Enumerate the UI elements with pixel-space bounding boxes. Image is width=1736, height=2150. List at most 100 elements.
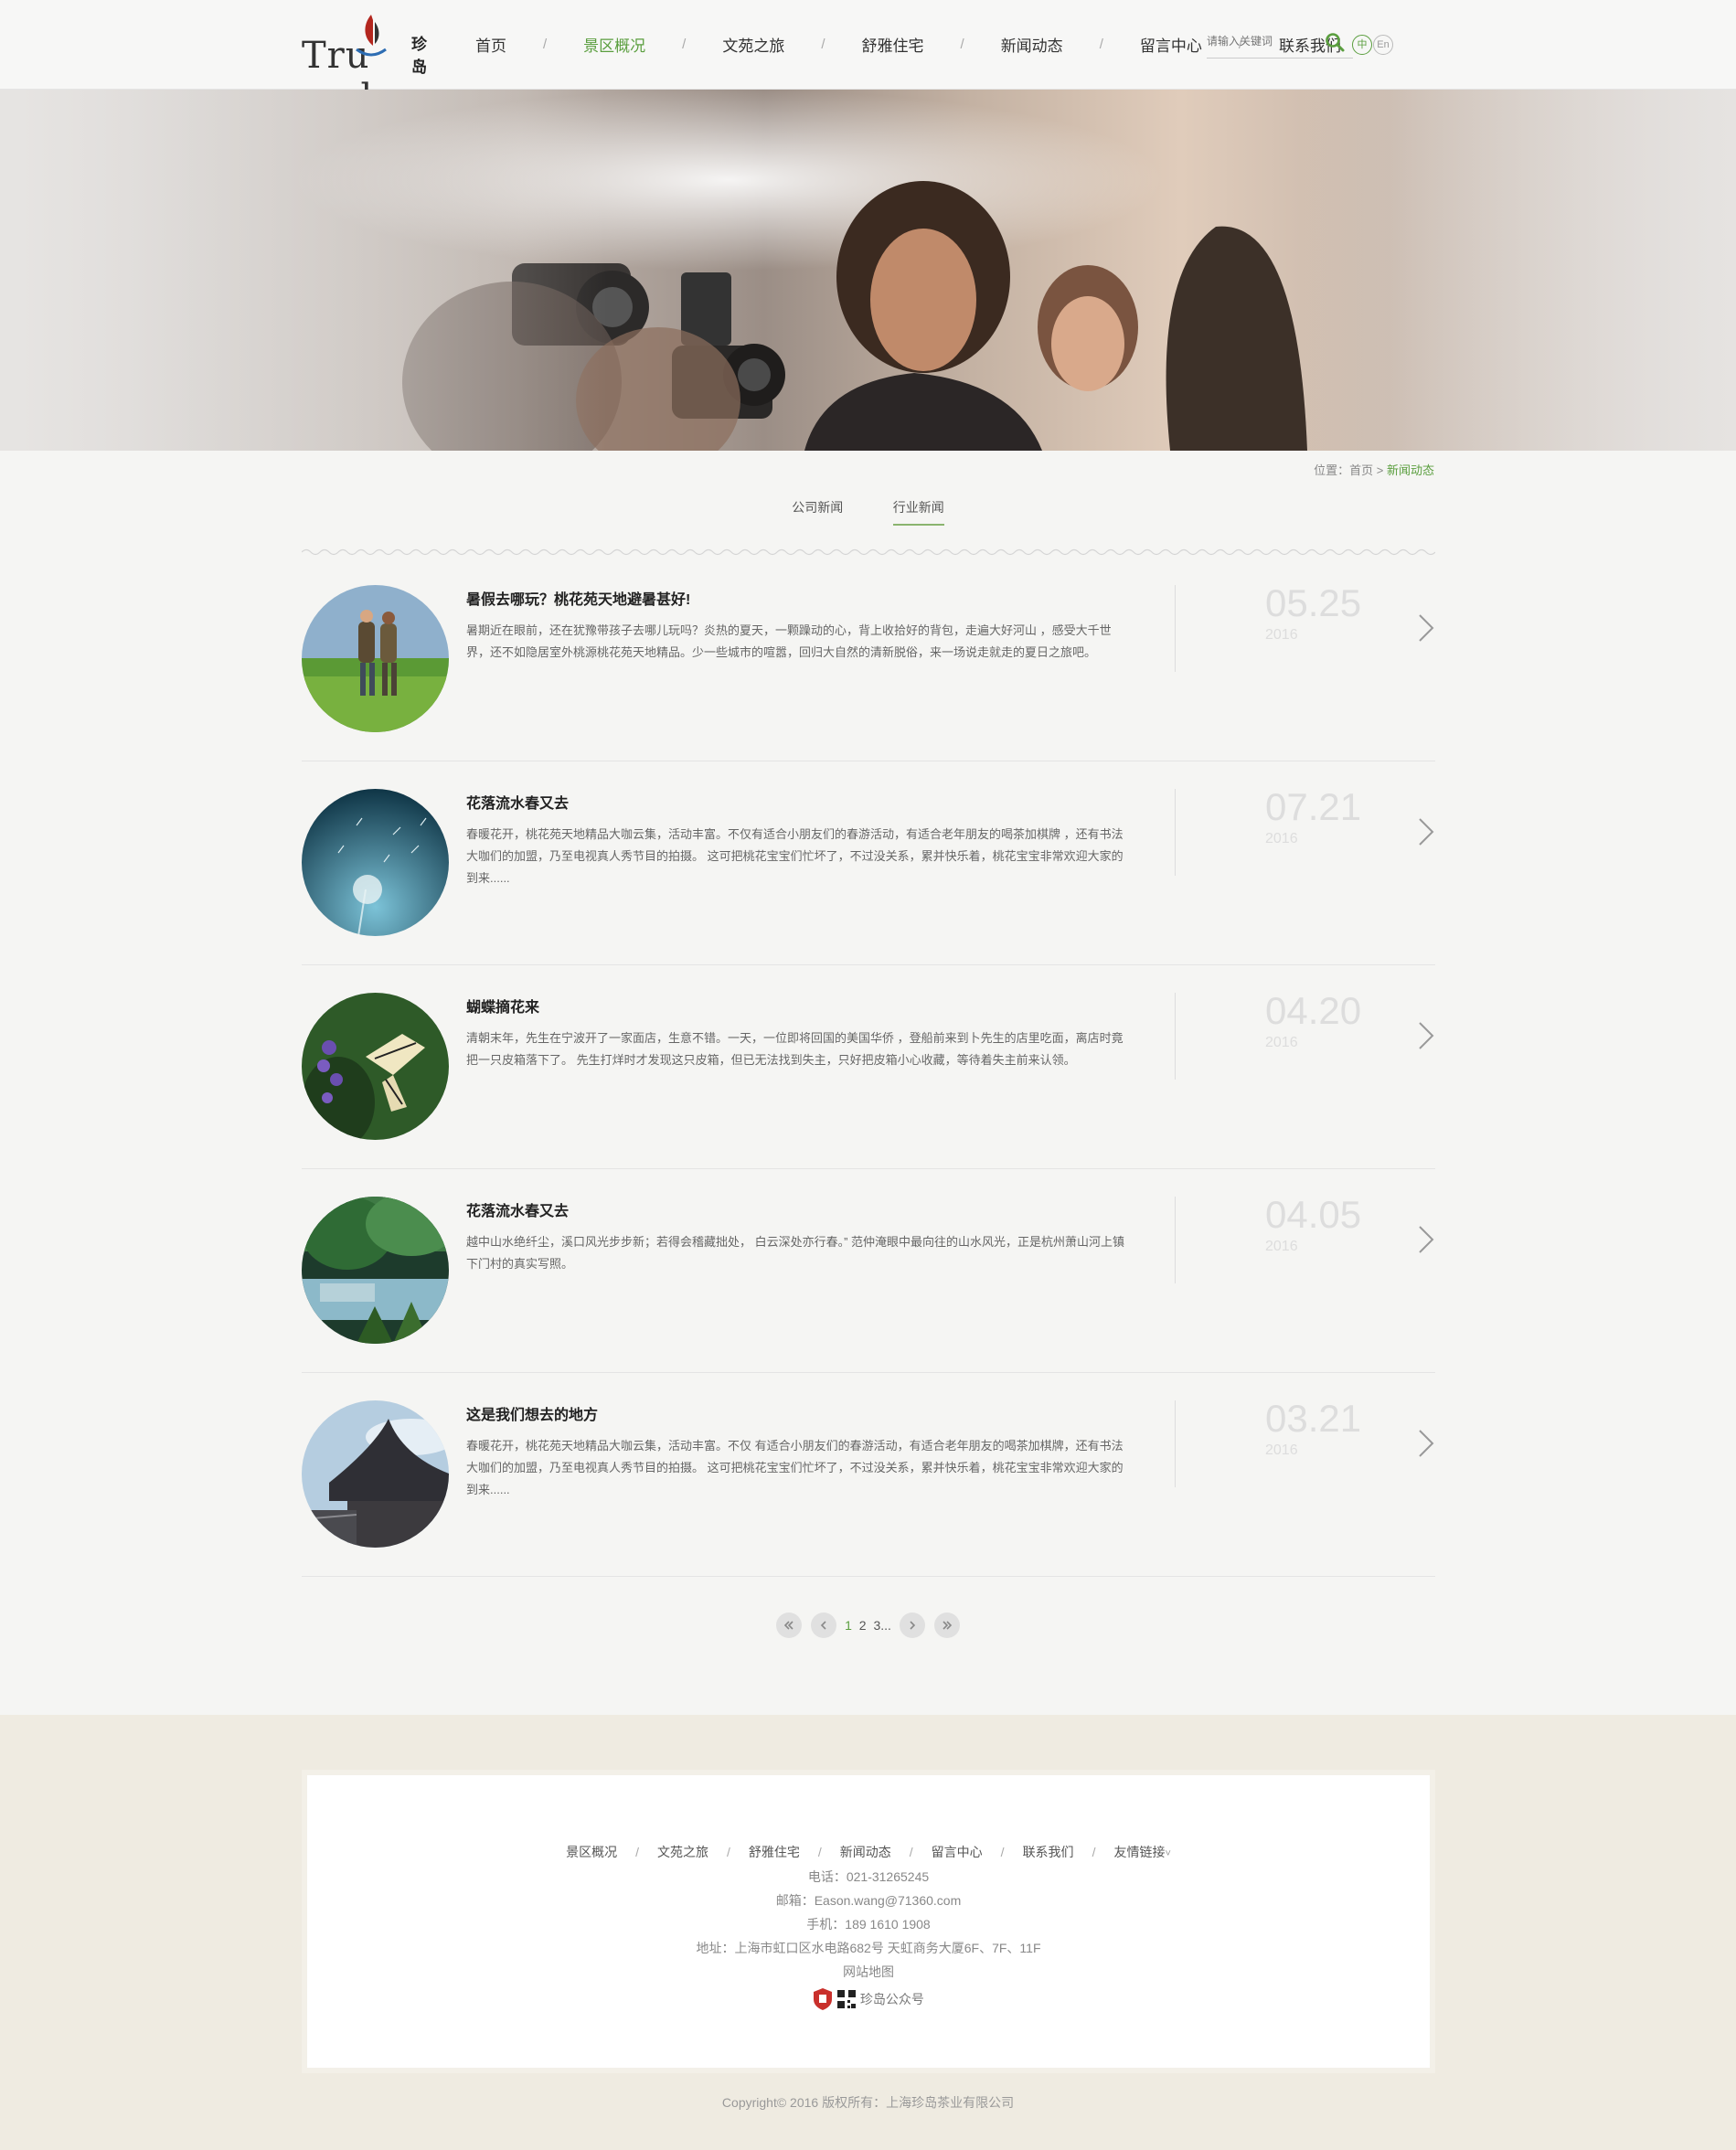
news-title[interactable]: 蝴蝶摘花来 (466, 995, 539, 1016)
sail-logo-icon (356, 15, 387, 57)
last-page-button[interactable] (933, 1612, 960, 1638)
footer-separator: / (1092, 1845, 1096, 1859)
footer-nav: 景区概况 / 文苑之旅 / 舒雅住宅 / 新闻动态 / 留言中心 / 联系我们 / 友情链接˅ (307, 1843, 1430, 1861)
footer-separator: / (635, 1845, 639, 1859)
news-item[interactable]: 暑假去哪玩？桃花苑天地避暑甚好! 暑期近在眼前，还在犹豫带孩子去哪儿玩吗？炎热的… (302, 558, 1435, 761)
double-chevron-left-icon (784, 1621, 793, 1630)
news-summary: 越中山水绝纤尘，溪口风光步步新；若得会稽藏拙处， 白云深处亦行春。” 范仲淹眼中… (466, 1235, 1125, 1271)
news-item[interactable]: 花落流水春又去 越中山水绝纤尘，溪口风光步步新；若得会稽藏拙处， 白云深处亦行春… (302, 1169, 1435, 1373)
footer-phone: 电话：021-31265245 (807, 1869, 930, 1884)
search-icon[interactable] (1324, 31, 1346, 53)
news-tabs: 公司新闻 行业新闻 (0, 498, 1736, 526)
nav-separator: / (960, 37, 964, 52)
news-title[interactable]: 花落流水春又去 (466, 1198, 569, 1220)
breadcrumb: 位置：首页 > 新闻动态 (1314, 461, 1434, 478)
news-title[interactable]: 暑假去哪玩？桃花苑天地避暑甚好! (466, 587, 690, 609)
river-thumbnail[interactable] (302, 1197, 449, 1344)
chevron-right-icon[interactable] (1417, 1224, 1435, 1255)
next-page-button[interactable] (899, 1612, 925, 1638)
footer-link-messages[interactable]: 留言中心 (932, 1845, 983, 1859)
hikers-thumbnail[interactable] (302, 585, 449, 732)
nav-item-residence[interactable]: 舒雅住宅 (862, 33, 924, 56)
pavilion-thumbnail[interactable] (302, 1400, 449, 1548)
breadcrumb-home[interactable]: 首页 (1349, 463, 1373, 477)
news-divider (1175, 1197, 1176, 1283)
footer-link-residence[interactable]: 舒雅住宅 (749, 1845, 800, 1859)
news-year: 2016 (1265, 1442, 1298, 1458)
footer-email: 邮箱：Eason.wang@71360.com (775, 1893, 962, 1908)
nav-item-home[interactable]: 首页 (475, 33, 506, 56)
nav-item-news[interactable]: 新闻动态 (1001, 33, 1063, 56)
search-input[interactable] (1207, 27, 1326, 55)
first-page-button[interactable] (776, 1612, 803, 1638)
footer-sitemap-link[interactable]: 网站地图 (307, 1963, 1430, 1981)
wechat-account-label[interactable]: 珍岛公众号 (860, 1990, 924, 2008)
site-footer: 景区概况 / 文苑之旅 / 舒雅住宅 / 新闻动态 / 留言中心 / 联系我们 / 友情链接˅ 电话：0… (0, 1715, 1736, 2150)
breadcrumb-separator: > (1373, 463, 1387, 477)
nav-item-messages[interactable]: 留言中心 (1140, 33, 1202, 56)
chevron-left-icon (821, 1621, 826, 1630)
breadcrumb-prefix: 位置： (1314, 463, 1350, 477)
copyright: Copyright© 2016 版权所有：上海珍岛茶业有限公司 (721, 2095, 1015, 2110)
chevron-right-icon[interactable] (1417, 1020, 1435, 1051)
chevron-right-icon[interactable] (1417, 816, 1435, 847)
pagination: 1 2 3... (0, 1612, 1736, 1638)
news-year: 2016 (1265, 1035, 1298, 1050)
news-date: 03.21 (1265, 1397, 1362, 1440)
nav-separator: / (543, 37, 548, 52)
lang-en-button[interactable]: En (1373, 35, 1393, 55)
tab-company-news[interactable]: 公司新闻 (792, 498, 843, 524)
dandelion-thumbnail[interactable] (302, 789, 449, 936)
news-summary: 春暖花开，桃花苑天地精品大咖云集，活动丰富。不仅有适合小朋友们的春游活动，有适合… (466, 827, 1124, 885)
page-number[interactable]: 2 (859, 1618, 867, 1633)
footer-badges: 珍岛公众号 (307, 1987, 1430, 2011)
news-item[interactable]: 花落流水春又去 春暖花开，桃花苑天地精品大咖云集，活动丰富。不仅有适合小朋友们的… (302, 761, 1435, 965)
butterfly-thumbnail[interactable] (302, 993, 449, 1140)
shield-badge-icon[interactable] (813, 1987, 833, 2011)
footer-link-news[interactable]: 新闻动态 (840, 1845, 891, 1859)
news-divider (1175, 789, 1176, 876)
nav-separator: / (1099, 37, 1103, 52)
news-summary: 暑期近在眼前，还在犹豫带孩子去哪儿玩吗？炎热的夏天，一颗躁动的心，背上收拾好的背… (466, 623, 1112, 659)
chevron-down-icon: ˅ (1165, 1848, 1171, 1859)
page-number[interactable]: 1 (845, 1618, 852, 1633)
news-divider (1175, 585, 1176, 672)
site-logo[interactable]: Tru and 珍岛 (302, 13, 441, 119)
qr-code-icon[interactable] (836, 1989, 857, 2009)
footer-separator: / (817, 1845, 822, 1859)
footer-link-scenic[interactable]: 景区概况 (566, 1845, 617, 1859)
prev-page-button[interactable] (811, 1612, 837, 1638)
footer-link-friends-dropdown[interactable]: 友情链接 (1113, 1845, 1165, 1859)
news-item[interactable]: 蝴蝶摘花来 清朝末年，先生在宁波开了一家面店，生意不错。一天，一位即将回国的美国… (302, 965, 1435, 1169)
double-chevron-right-icon (943, 1621, 952, 1630)
lang-cn-button[interactable]: 中 (1352, 35, 1372, 55)
nav-separator: / (682, 37, 687, 52)
news-year: 2016 (1265, 1239, 1298, 1254)
news-date: 04.05 (1265, 1193, 1362, 1236)
chevron-right-icon[interactable] (1417, 612, 1435, 644)
news-date: 04.20 (1265, 989, 1362, 1032)
news-summary: 春暖花开，桃花苑天地精品大咖云集，活动丰富。不仅 有适合小朋友们的春游活动，有适… (466, 1439, 1124, 1496)
site-header: Tru and 珍岛 首页 / 景区概况 / 文苑之旅 / 舒雅住宅 / 新闻动… (0, 0, 1736, 119)
news-divider (1175, 993, 1176, 1080)
news-list: 暑假去哪玩？桃花苑天地避暑甚好! 暑期近在眼前，还在犹豫带孩子去哪儿玩吗？炎热的… (302, 558, 1435, 1577)
footer-link-culture[interactable]: 文苑之旅 (657, 1845, 708, 1859)
news-item[interactable]: 这是我们想去的地方 春暖花开，桃花苑天地精品大咖云集，活动丰富。不仅 有适合小朋… (302, 1373, 1435, 1577)
footer-link-contact[interactable]: 联系我们 (1023, 1845, 1074, 1859)
tab-industry-news[interactable]: 行业新闻 (892, 498, 944, 526)
news-title[interactable]: 花落流水春又去 (466, 791, 569, 813)
news-year: 2016 (1265, 831, 1298, 846)
breadcrumb-current: 新闻动态 (1386, 463, 1434, 477)
footer-panel: 景区概况 / 文苑之旅 / 舒雅住宅 / 新闻动态 / 留言中心 / 联系我们 / 友情链接˅ 电话：0… (302, 1770, 1435, 2073)
logo-cn-text: 珍岛 (411, 36, 427, 76)
footer-mobile: 手机：189 1610 1908 (806, 1917, 931, 1932)
footer-separator: / (1000, 1845, 1005, 1859)
news-summary: 清朝末年，先生在宁波开了一家面店，生意不错。一天，一位即将回国的美国华侨 ，登船… (466, 1031, 1124, 1067)
chevron-right-icon[interactable] (1417, 1428, 1435, 1459)
nav-item-culture[interactable]: 文苑之旅 (722, 33, 784, 56)
nav-item-scenic[interactable]: 景区概况 (583, 33, 645, 56)
news-date: 07.21 (1265, 785, 1362, 828)
page-number[interactable]: 3... (873, 1618, 890, 1633)
chevron-right-icon (910, 1621, 915, 1630)
news-title[interactable]: 这是我们想去的地方 (466, 1402, 598, 1424)
